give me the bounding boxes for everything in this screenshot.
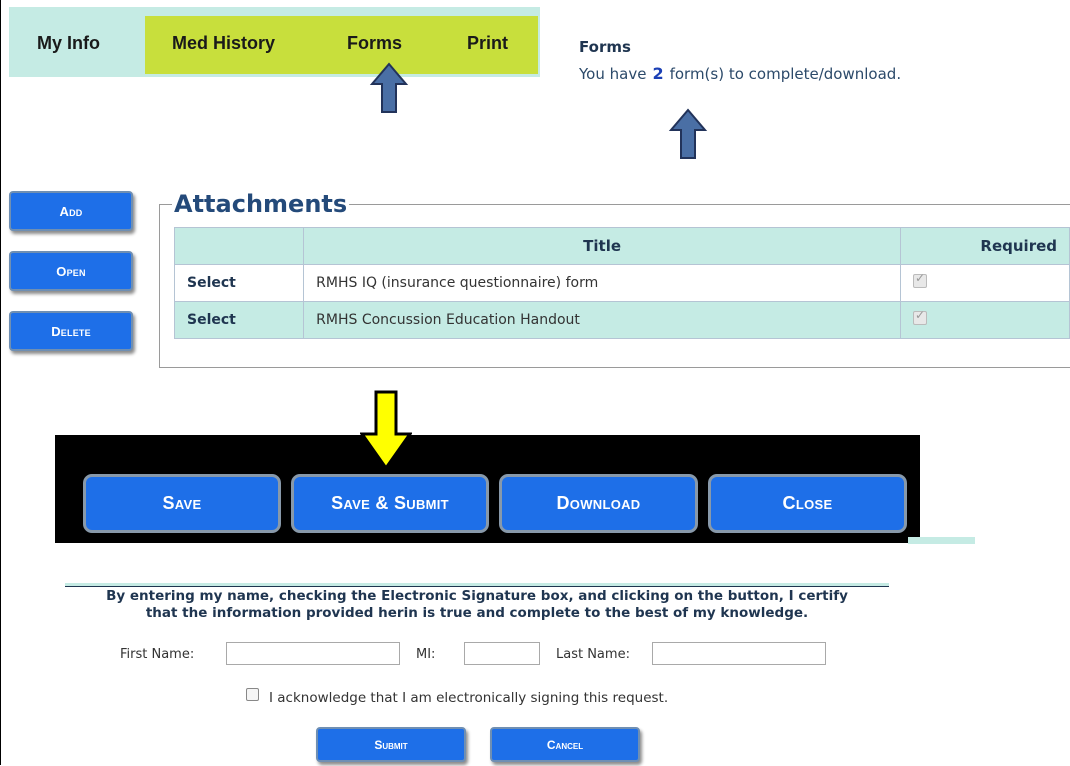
last-name-label: Last Name: — [556, 647, 630, 662]
required-checkbox — [913, 271, 928, 288]
attachments-table: Title Required Select RMHS IQ (insurance… — [173, 227, 1070, 339]
forms-count-line: You have 2 form(s) to complete/download. — [579, 64, 901, 83]
esign-acknowledge-label: I acknowledge that I am electronically s… — [269, 690, 669, 706]
certification-text: By entering my name, checking the Electr… — [65, 588, 889, 622]
down-arrow-icon — [360, 390, 412, 471]
toolbar-tail — [908, 537, 975, 544]
left-border-line — [0, 0, 1, 765]
nav-forms[interactable]: Forms — [347, 33, 402, 54]
last-name-input[interactable] — [652, 642, 826, 665]
top-navigation: My Info Med History Forms Print — [9, 7, 540, 77]
required-cell — [900, 264, 1070, 302]
nav-print[interactable]: Print — [467, 33, 508, 54]
esign-checkbox[interactable] — [246, 688, 259, 701]
forms-heading: Forms — [579, 38, 631, 56]
delete-button[interactable]: Delete — [9, 311, 133, 351]
column-header-required[interactable]: Required — [900, 227, 1070, 265]
column-header-select — [173, 227, 305, 265]
close-button[interactable]: Close — [708, 474, 907, 533]
select-link[interactable]: Select — [173, 301, 305, 339]
download-button[interactable]: Download — [499, 474, 698, 533]
cancel-button[interactable]: Cancel — [490, 727, 640, 762]
open-button[interactable]: Open — [9, 251, 133, 291]
save-button[interactable]: Save — [83, 474, 281, 533]
forms-prefix: You have — [579, 65, 647, 83]
table-row[interactable]: Select RMHS Concussion Education Handout — [173, 301, 1070, 339]
table-header-row: Title Required — [173, 227, 1070, 265]
attachment-title: RMHS IQ (insurance questionnaire) form — [303, 264, 902, 302]
attachments-legend: Attachments — [172, 190, 350, 218]
required-checkbox — [913, 308, 928, 325]
mi-label: MI: — [416, 647, 436, 662]
save-submit-button[interactable]: Save & Submit — [291, 474, 489, 533]
column-header-title[interactable]: Title — [303, 227, 902, 265]
up-arrow-icon — [668, 108, 708, 159]
certification-line-1: By entering my name, checking the Electr… — [106, 588, 848, 604]
up-arrow-icon — [369, 62, 409, 113]
required-cell — [900, 301, 1070, 339]
select-link[interactable]: Select — [173, 264, 305, 302]
add-button[interactable]: Add — [9, 191, 133, 231]
nav-my-info[interactable]: My Info — [37, 33, 100, 54]
forms-suffix: form(s) to complete/download. — [669, 65, 902, 83]
table-row[interactable]: Select RMHS IQ (insurance questionnaire)… — [173, 264, 1070, 302]
submit-button[interactable]: Submit — [316, 727, 466, 762]
first-name-label: First Name: — [120, 647, 195, 662]
first-name-input[interactable] — [226, 642, 400, 665]
attachment-title: RMHS Concussion Education Handout — [303, 301, 902, 339]
mi-input[interactable] — [464, 642, 540, 665]
certification-line-2: that the information provided herin is t… — [145, 605, 809, 621]
nav-med-history[interactable]: Med History — [172, 33, 275, 54]
forms-count: 2 — [652, 64, 664, 83]
